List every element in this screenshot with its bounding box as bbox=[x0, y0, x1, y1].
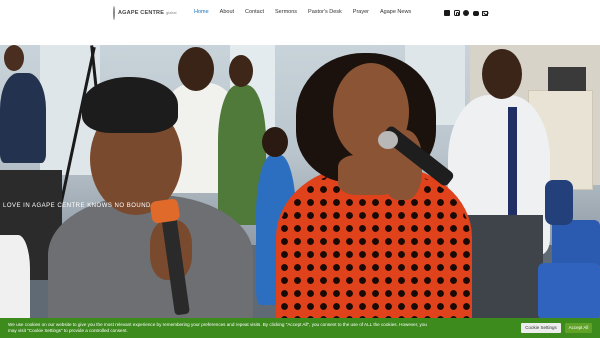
blue-chair bbox=[538, 263, 600, 320]
logo-emblem-icon bbox=[113, 6, 115, 20]
background-person-head bbox=[178, 47, 214, 91]
necktie bbox=[508, 107, 517, 222]
hero-caption: LOVE IN AGAPE CENTRE KNOWS NO BOUND bbox=[3, 203, 151, 209]
whatsapp-icon[interactable] bbox=[463, 10, 469, 16]
cookie-text: We use cookies on our website to give yo… bbox=[8, 322, 427, 333]
nav-item-contact[interactable]: Contact bbox=[245, 9, 264, 19]
background-person-head bbox=[482, 49, 522, 99]
microphone-head bbox=[378, 131, 398, 149]
social-links bbox=[444, 10, 492, 16]
trousers bbox=[463, 215, 543, 320]
facebook-icon[interactable] bbox=[444, 10, 450, 16]
background-person-head bbox=[262, 127, 288, 157]
main-nav: Home About Contact Sermons Pastor's Desk… bbox=[194, 9, 422, 19]
nav-item-agape-news[interactable]: Agape News bbox=[380, 9, 411, 19]
nav-item-sermons[interactable]: Sermons bbox=[275, 9, 297, 19]
nav-item-prayer[interactable]: Prayer bbox=[353, 9, 369, 19]
nav-item-pastors-desk[interactable]: Pastor's Desk bbox=[308, 9, 342, 19]
youtube-icon[interactable] bbox=[472, 10, 479, 16]
background-person bbox=[545, 180, 573, 225]
cookie-banner: We use cookies on our website to give yo… bbox=[0, 318, 600, 338]
background-box bbox=[548, 67, 586, 91]
instagram-icon[interactable] bbox=[453, 10, 460, 16]
foreground-sleeve bbox=[0, 235, 30, 320]
nav-item-about[interactable]: About bbox=[220, 9, 234, 19]
logo-text: AGAPE CENTRE global bbox=[118, 10, 177, 16]
background-person-head bbox=[4, 45, 24, 71]
hero-image: LOVE IN AGAPE CENTRE KNOWS NO BOUND bbox=[0, 45, 600, 320]
microphone-foam bbox=[149, 198, 181, 224]
black-beret bbox=[82, 77, 178, 133]
page: AGAPE CENTRE global Home About Contact Se… bbox=[0, 0, 600, 338]
email-icon[interactable] bbox=[482, 10, 488, 16]
cookie-settings-button[interactable]: Cookie Settings bbox=[521, 322, 561, 333]
brand-name: AGAPE CENTRE bbox=[118, 10, 165, 16]
background-person bbox=[0, 73, 46, 163]
nav-item-home[interactable]: Home bbox=[194, 9, 209, 19]
background-person-head bbox=[229, 55, 253, 87]
site-logo[interactable]: AGAPE CENTRE global bbox=[113, 5, 176, 21]
accept-all-button[interactable]: Accept All bbox=[565, 322, 592, 333]
brand-subtitle: global bbox=[166, 11, 177, 15]
site-header: AGAPE CENTRE global Home About Contact Se… bbox=[0, 0, 600, 28]
